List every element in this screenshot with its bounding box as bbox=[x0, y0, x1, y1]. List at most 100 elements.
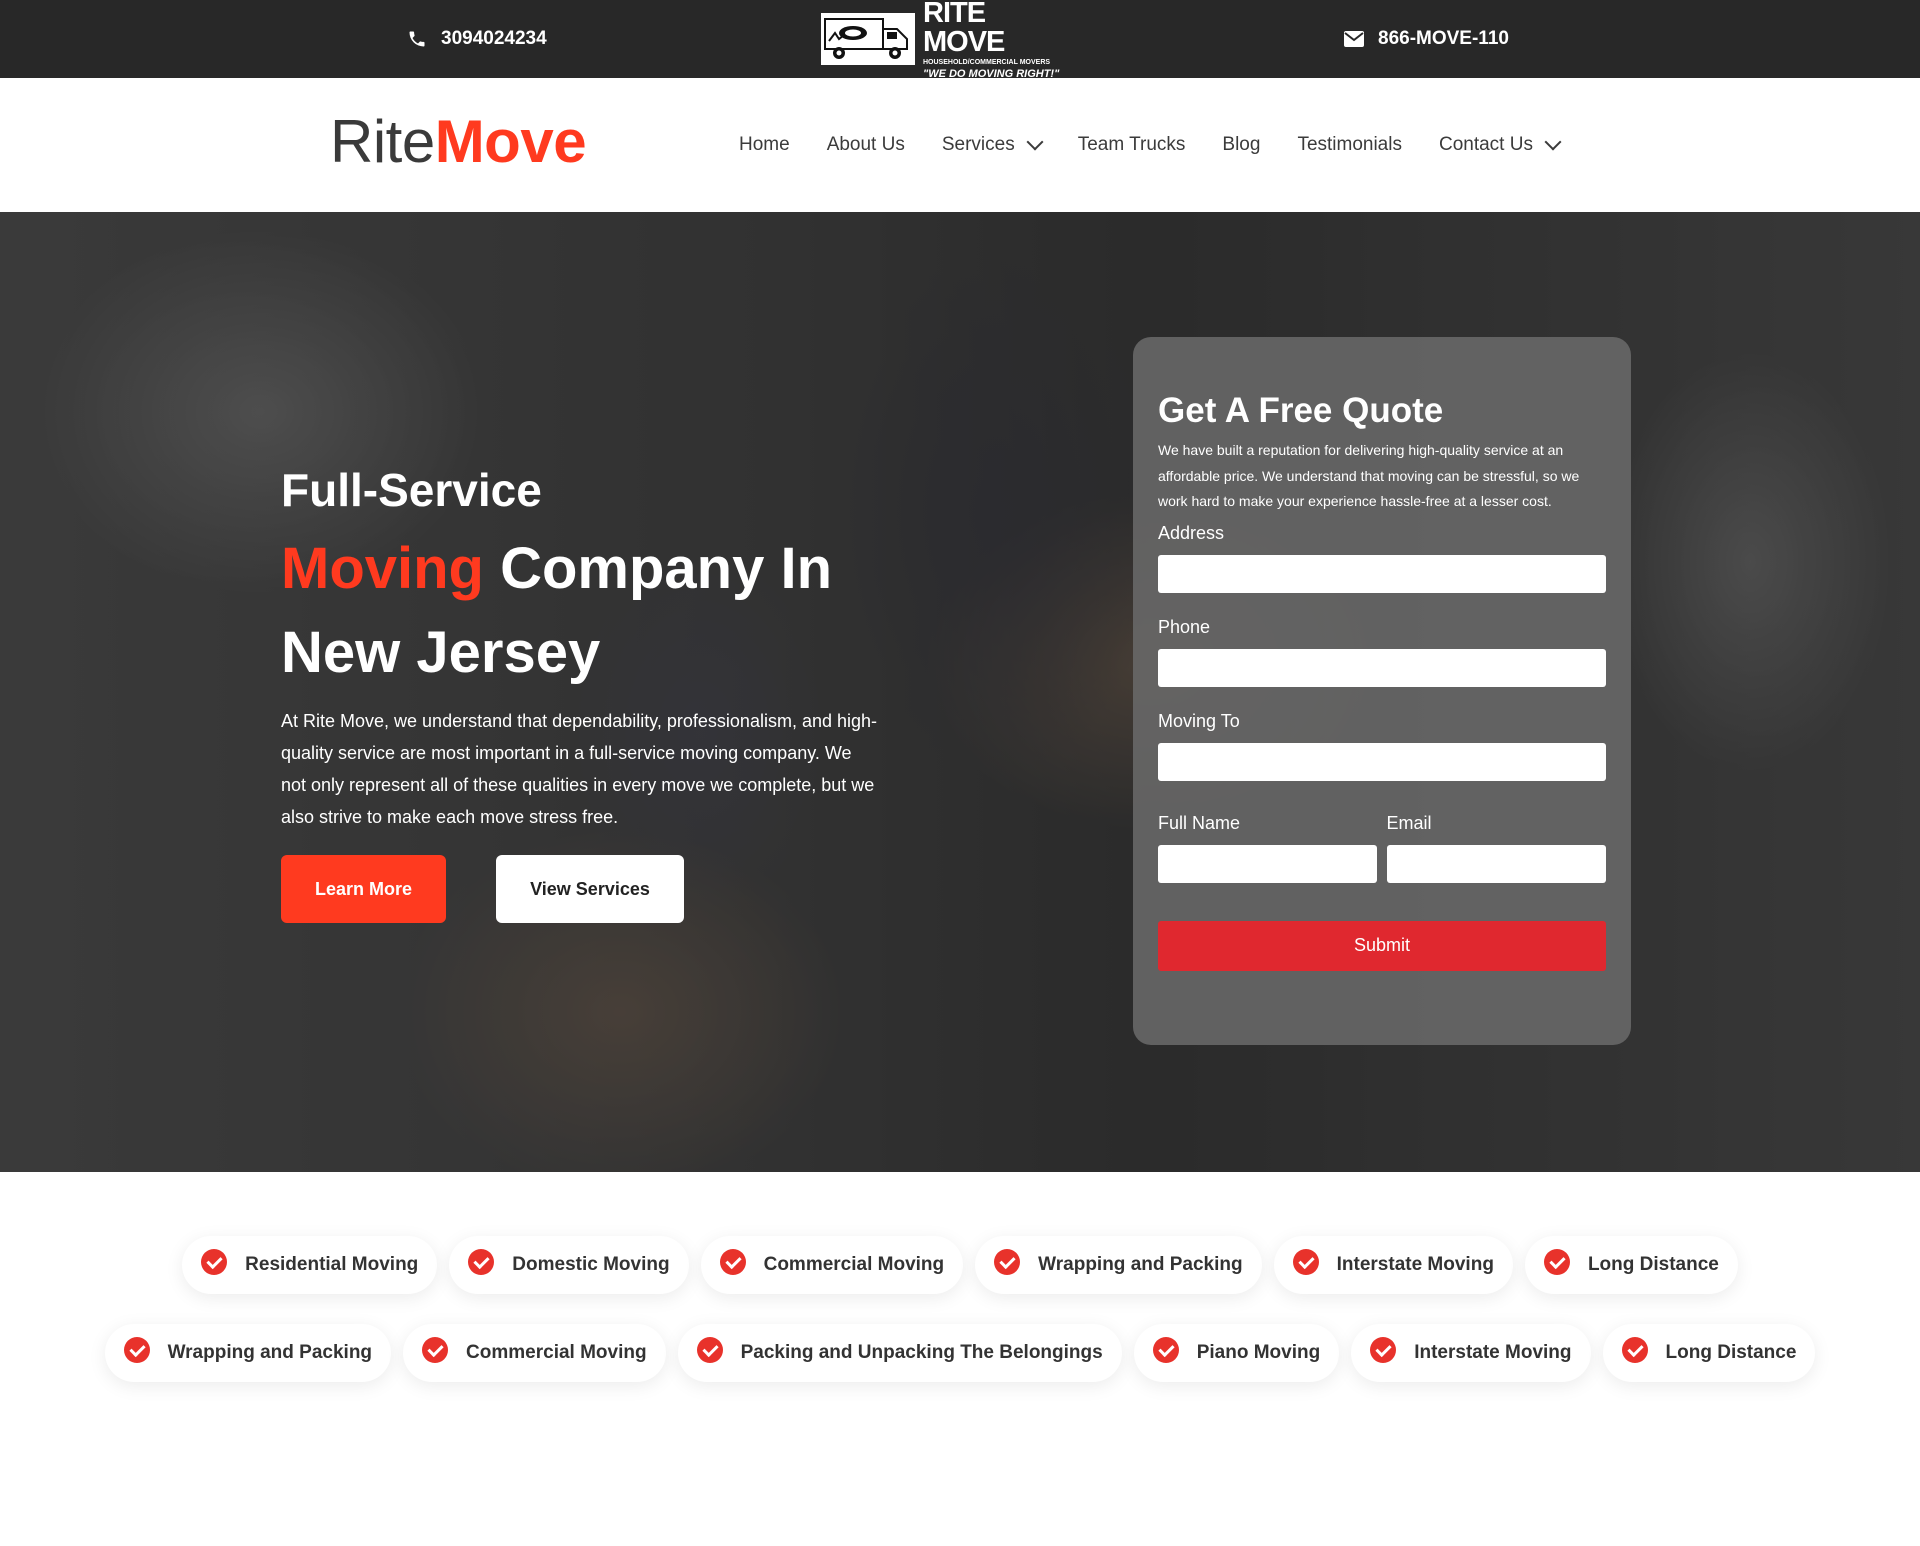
brand-logo[interactable]: RiteMove bbox=[330, 112, 587, 172]
service-pill[interactable]: Commercial Moving bbox=[403, 1324, 666, 1382]
phone-group: Phone bbox=[1158, 617, 1606, 687]
service-pill-label: Interstate Moving bbox=[1414, 1342, 1572, 1363]
address-input[interactable] bbox=[1158, 554, 1606, 593]
logo-name: RITE MOVE bbox=[923, 0, 1005, 58]
service-pill-label: Residential Moving bbox=[245, 1254, 419, 1275]
site-header: RiteMove Home About Us Services Team Tru… bbox=[0, 78, 1920, 212]
quote-title: Get A Free Quote bbox=[1158, 391, 1444, 430]
service-pill-label: Commercial Moving bbox=[466, 1342, 647, 1363]
topbar-contact[interactable]: 866-MOVE-110 bbox=[1344, 0, 1509, 78]
email-label: Email bbox=[1386, 812, 1432, 833]
nav-team-trucks[interactable]: Team Trucks bbox=[1078, 134, 1186, 156]
service-pill[interactable]: Domestic Moving bbox=[449, 1236, 689, 1294]
service-pill-label: Wrapping and Packing bbox=[1038, 1254, 1243, 1275]
submit-button[interactable]: Submit bbox=[1158, 920, 1606, 971]
check-icon bbox=[1370, 1337, 1397, 1363]
service-pill[interactable]: Interstate Moving bbox=[1351, 1324, 1591, 1382]
service-pill[interactable]: Residential Moving bbox=[182, 1236, 438, 1294]
nav-contact-us[interactable]: Contact Us bbox=[1438, 133, 1562, 156]
moving-to-label: Moving To bbox=[1158, 710, 1240, 731]
service-pill[interactable]: Piano Moving bbox=[1133, 1324, 1340, 1382]
check-icon bbox=[994, 1249, 1021, 1275]
check-icon bbox=[719, 1249, 746, 1275]
service-pill[interactable]: Packing and Unpacking The Belongings bbox=[677, 1324, 1122, 1382]
nav-contact-us-label: Contact Us bbox=[1438, 134, 1533, 155]
address-label: Address bbox=[1158, 522, 1225, 543]
check-icon bbox=[696, 1337, 723, 1363]
main-nav: Home About Us Services Team Trucks Blog … bbox=[739, 78, 1562, 212]
nav-blog[interactable]: Blog bbox=[1222, 134, 1260, 156]
service-pill[interactable]: Wrapping and Packing bbox=[104, 1324, 392, 1382]
logo-tagline: HOUSEHOLD/COMMERCIAL MOVERS bbox=[923, 58, 1051, 66]
quote-description: We have built a reputation for deliverin… bbox=[1158, 442, 1580, 509]
phone-icon bbox=[409, 31, 425, 47]
phone-input[interactable] bbox=[1158, 648, 1606, 687]
name-email-row: Full Name Email bbox=[1158, 805, 1606, 883]
check-icon bbox=[1152, 1337, 1179, 1363]
topbar-contact-text: 866-MOVE-110 bbox=[1378, 28, 1509, 49]
chevron-down-icon bbox=[1026, 133, 1044, 151]
service-pill-label: Interstate Moving bbox=[1336, 1254, 1494, 1275]
rite-move-logo[interactable]: RITE MOVE HOUSEHOLD/COMMERCIAL MOVERS "W… bbox=[821, 0, 1073, 79]
hero-content: Full-Service Moving Company In New Jerse… bbox=[281, 467, 881, 923]
topbar-phone[interactable]: 3094024234 bbox=[407, 0, 547, 78]
service-pill-label: Packing and Unpacking The Belongings bbox=[740, 1342, 1103, 1363]
service-pill-label: Wrapping and Packing bbox=[167, 1342, 373, 1363]
hero-title: Moving Company In New Jersey bbox=[281, 527, 881, 695]
brand-part-2: Move bbox=[434, 108, 587, 175]
check-icon bbox=[422, 1337, 449, 1363]
hero-buttons: Learn More View Services bbox=[281, 855, 881, 923]
service-pill-label: Long Distance bbox=[1587, 1254, 1719, 1275]
topbar-phone-text: 3094024234 bbox=[441, 28, 547, 49]
logo-text: RITE MOVE HOUSEHOLD/COMMERCIAL MOVERS "W… bbox=[923, 0, 1073, 80]
quote-form: Get A Free Quote We have built a reputat… bbox=[1133, 337, 1631, 1045]
full-name-input[interactable] bbox=[1158, 844, 1377, 883]
nav-about-us[interactable]: About Us bbox=[827, 134, 905, 156]
service-pill[interactable]: Commercial Moving bbox=[700, 1236, 964, 1294]
service-pill-label: Piano Moving bbox=[1196, 1342, 1321, 1363]
nav-testimonials[interactable]: Testimonials bbox=[1297, 134, 1402, 156]
services-row-1: Residential Moving Domestic Moving Comme… bbox=[0, 1236, 1920, 1294]
moving-to-group: Moving To bbox=[1158, 711, 1606, 781]
nav-team-trucks-label: Team Trucks bbox=[1077, 134, 1186, 155]
service-pill[interactable]: Long Distance bbox=[1524, 1236, 1738, 1294]
top-bar: 3094024234 RITE MOVE HOUSEHOLD/COMMERCIA… bbox=[0, 0, 1920, 79]
check-icon bbox=[201, 1249, 228, 1275]
check-icon bbox=[1292, 1249, 1319, 1275]
moving-to-input[interactable] bbox=[1158, 742, 1606, 781]
full-name-group: Full Name bbox=[1158, 805, 1378, 883]
service-pill[interactable]: Wrapping and Packing bbox=[975, 1236, 1262, 1294]
hero-description: At Rite Move, we understand that dependa… bbox=[281, 711, 878, 827]
learn-more-button[interactable]: Learn More bbox=[281, 855, 446, 923]
check-icon bbox=[1621, 1337, 1648, 1363]
phone-label: Phone bbox=[1158, 616, 1211, 637]
service-pill[interactable]: Interstate Moving bbox=[1273, 1236, 1513, 1294]
services-row-2: Wrapping and Packing Commercial Moving P… bbox=[0, 1324, 1920, 1382]
full-name-label: Full Name bbox=[1158, 812, 1241, 833]
check-icon bbox=[123, 1337, 150, 1363]
address-group: Address bbox=[1158, 523, 1606, 593]
envelope-icon bbox=[1344, 31, 1364, 47]
nav-home[interactable]: Home bbox=[739, 134, 790, 156]
chevron-down-icon bbox=[1544, 133, 1562, 151]
nav-services[interactable]: Services bbox=[941, 133, 1044, 156]
nav-testimonials-label: Testimonials bbox=[1297, 134, 1402, 155]
nav-about-us-label: About Us bbox=[826, 134, 905, 155]
nav-blog-label: Blog bbox=[1222, 134, 1261, 155]
email-input[interactable] bbox=[1386, 844, 1606, 883]
brand-part-1: Rite bbox=[330, 108, 435, 175]
nav-services-label: Services bbox=[941, 134, 1015, 155]
nav-home-label: Home bbox=[739, 134, 790, 155]
service-pill-label: Commercial Moving bbox=[763, 1254, 945, 1275]
check-icon bbox=[1543, 1249, 1570, 1275]
service-pill[interactable]: Long Distance bbox=[1602, 1324, 1816, 1382]
email-group: Email bbox=[1386, 805, 1607, 883]
service-pill-label: Domestic Moving bbox=[512, 1254, 670, 1275]
hero-section: Full-Service Moving Company In New Jerse… bbox=[0, 212, 1920, 1172]
service-pill-label: Long Distance bbox=[1665, 1342, 1797, 1363]
hero-subtitle: Full-Service bbox=[281, 464, 542, 516]
check-icon bbox=[468, 1249, 495, 1275]
truck-logo-icon bbox=[821, 13, 915, 65]
view-services-button[interactable]: View Services bbox=[496, 855, 684, 923]
hero-title-accent: Moving bbox=[281, 536, 484, 601]
